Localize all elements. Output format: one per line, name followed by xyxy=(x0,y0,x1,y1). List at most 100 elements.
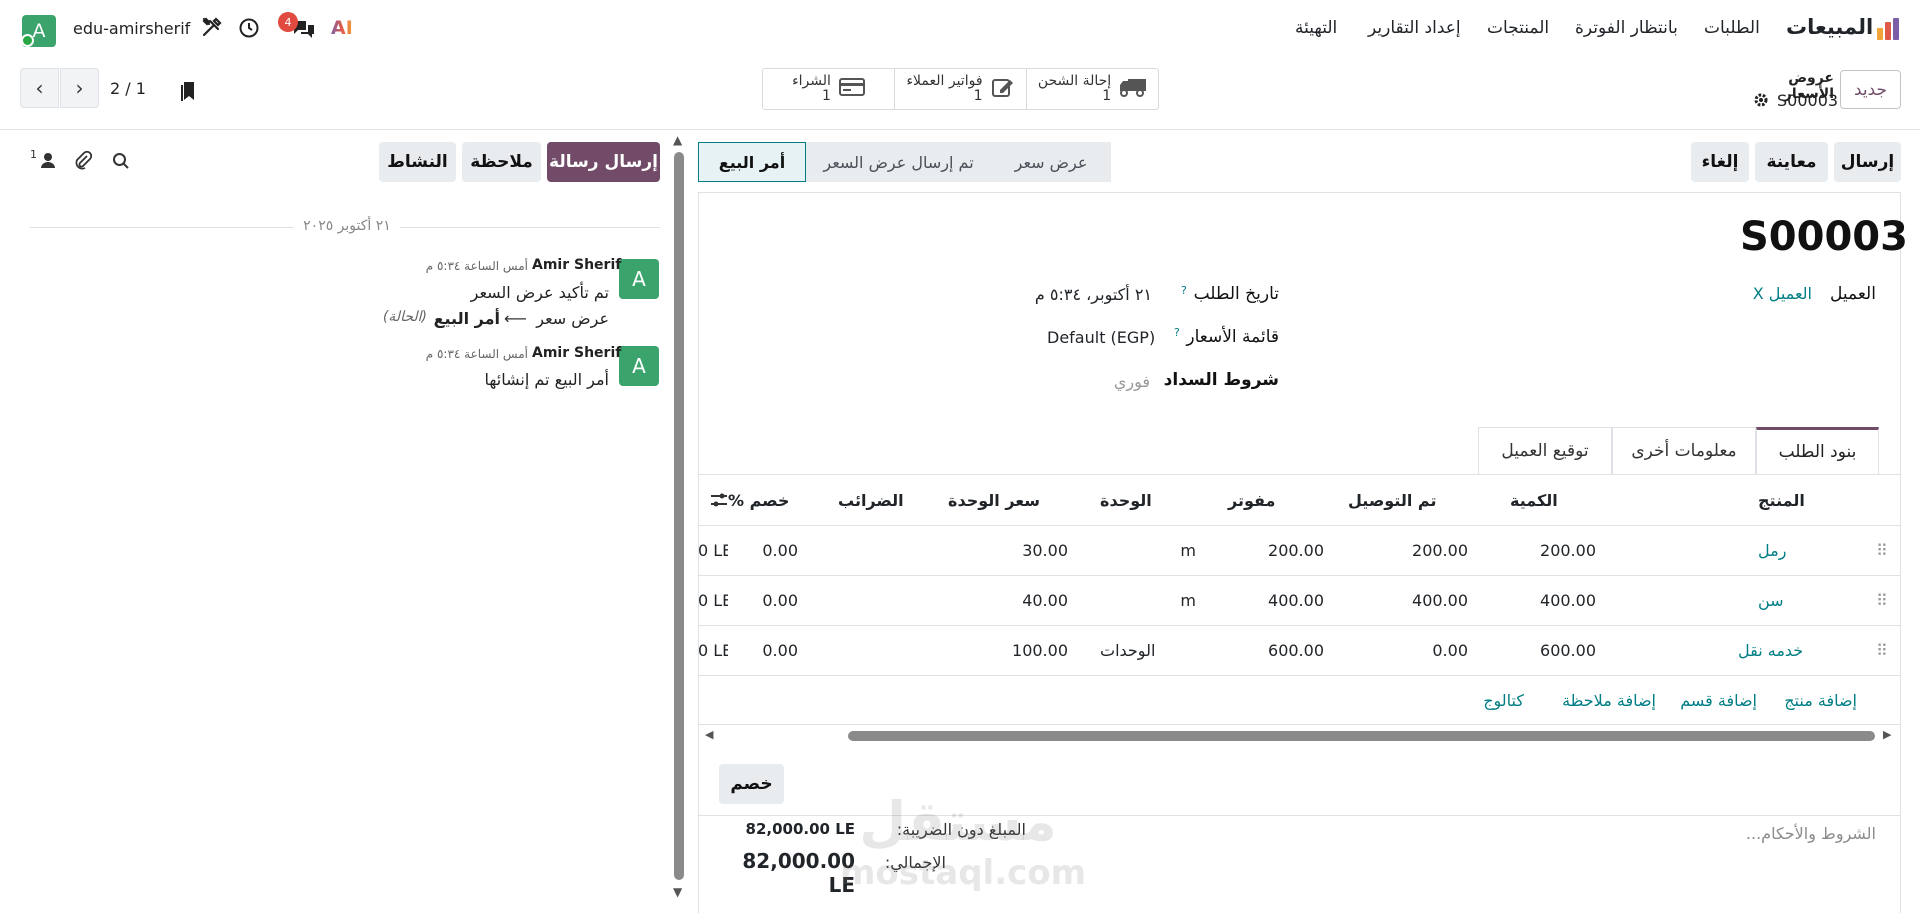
line-discount[interactable]: 0.00 xyxy=(728,526,798,575)
line-unit-price[interactable]: 30.00 xyxy=(948,526,1068,575)
column-settings-icon[interactable] xyxy=(710,475,730,525)
pager-previous-button[interactable]: ‹ xyxy=(20,68,59,108)
scrollbar-thumb[interactable] xyxy=(848,731,1875,741)
log-note-button[interactable]: ملاحظة xyxy=(462,142,541,182)
message-author[interactable]: Amir Sherif xyxy=(532,345,621,361)
line-product[interactable]: سن xyxy=(1758,576,1854,625)
line-uom[interactable]: الوحدات xyxy=(1100,626,1196,675)
send-button[interactable]: إرسال xyxy=(1834,142,1901,182)
col-invoiced[interactable]: مفوتر xyxy=(1228,475,1324,525)
add-section-link[interactable]: إضافة قسم xyxy=(1671,691,1757,710)
line-discount[interactable]: 0.00 xyxy=(728,576,798,625)
col-delivered[interactable]: تم التوصيل xyxy=(1348,475,1468,525)
send-message-button[interactable]: إرسال رسالة xyxy=(547,142,660,182)
col-taxes[interactable]: الضرائب xyxy=(838,475,912,525)
table-row[interactable]: ⠿ رمل 200.00 200.00 200.00 m 30.00 0.00 … xyxy=(698,526,1901,576)
pager-value[interactable]: 2 / 1 xyxy=(110,79,146,98)
horizontal-scrollbar[interactable]: ◀ ▶ xyxy=(705,728,1895,744)
line-quantity[interactable]: 400.00 xyxy=(1510,576,1596,625)
menu-products[interactable]: المنتجات xyxy=(1487,18,1549,38)
discount-button[interactable]: خصم xyxy=(719,764,784,804)
line-delivered[interactable]: 400.00 xyxy=(1348,576,1468,625)
menu-orders[interactable]: الطلبات xyxy=(1704,18,1760,38)
line-product[interactable]: خدمه نقل xyxy=(1738,626,1854,675)
line-delivered[interactable]: 200.00 xyxy=(1348,526,1468,575)
line-quantity[interactable]: 600.00 xyxy=(1510,626,1596,675)
line-unit-price[interactable]: 100.00 xyxy=(948,626,1068,675)
activity-clock-icon[interactable] xyxy=(238,17,260,39)
tab-order-lines[interactable]: بنود الطلب xyxy=(1756,427,1879,474)
scroll-up-icon[interactable]: ▲ xyxy=(673,133,682,147)
tab-customer-signature[interactable]: توقيع العميل xyxy=(1478,427,1612,474)
line-delivered[interactable]: 0.00 xyxy=(1348,626,1468,675)
line-uom[interactable]: m xyxy=(1100,526,1196,575)
col-unit-price[interactable]: سعر الوحدة xyxy=(948,475,1068,525)
cancel-button[interactable]: إلغاء xyxy=(1691,142,1749,182)
scrollbar-thumb[interactable] xyxy=(674,152,684,880)
table-row[interactable]: ⠿ خدمه نقل 600.00 0.00 600.00 الوحدات 10… xyxy=(698,626,1901,676)
activity-button[interactable]: النشاط xyxy=(379,142,456,182)
drag-handle-icon[interactable]: ⠿ xyxy=(1876,626,1888,675)
line-taxes[interactable] xyxy=(838,526,912,575)
line-discount[interactable]: 0.00 xyxy=(728,626,798,675)
tools-icon[interactable] xyxy=(201,16,225,40)
line-taxes[interactable] xyxy=(838,626,912,675)
col-quantity[interactable]: الكمية xyxy=(1510,475,1596,525)
new-button[interactable]: جديد xyxy=(1840,70,1901,109)
status-bar: عرض سعر تم إرسال عرض السعر أمر البيع xyxy=(698,142,1111,182)
tab-other-info[interactable]: معلومات أخرى xyxy=(1612,427,1756,474)
col-discount[interactable]: خصم % xyxy=(728,475,798,525)
line-unit-price[interactable]: 40.00 xyxy=(948,576,1068,625)
order-date-field[interactable]: ٢١ أكتوبر، ٥:٣٤ م xyxy=(1034,285,1152,304)
line-subtotal: 0 LE xyxy=(698,541,728,560)
message-author[interactable]: Amir Sherif xyxy=(532,257,621,273)
ai-icon[interactable]: AI xyxy=(331,17,353,39)
help-tooltip-icon[interactable]: ? xyxy=(1174,326,1180,339)
status-quotation-sent[interactable]: تم إرسال عرض السعر xyxy=(806,142,991,182)
add-product-link[interactable]: إضافة منتج xyxy=(1773,691,1857,710)
drag-handle-icon[interactable]: ⠿ xyxy=(1876,576,1888,625)
status-quotation[interactable]: عرض سعر xyxy=(991,142,1111,182)
smart-button-delivery[interactable]: إحالة الشحن 1 xyxy=(1026,69,1158,109)
paperclip-icon[interactable] xyxy=(73,150,93,170)
status-sales-order[interactable]: أمر البيع xyxy=(698,142,806,182)
payment-terms-label: شروط السداد xyxy=(1163,370,1279,390)
pricelist-field[interactable]: Default (EGP) xyxy=(1047,328,1155,347)
followers-icon[interactable] xyxy=(39,151,57,169)
preview-button[interactable]: معاينة xyxy=(1755,142,1828,182)
gear-icon[interactable] xyxy=(1753,92,1769,108)
author-avatar[interactable]: A xyxy=(619,346,659,386)
chatter-search-icon[interactable] xyxy=(112,152,130,170)
table-row[interactable]: ⠿ سن 400.00 400.00 400.00 m 40.00 0.00 0… xyxy=(698,576,1901,626)
scroll-down-icon[interactable]: ▼ xyxy=(673,885,682,899)
payment-terms-field[interactable]: فوري xyxy=(1090,372,1150,391)
vertical-scrollbar[interactable]: ▲ ▼ xyxy=(673,133,684,899)
chatter-panel xyxy=(0,130,670,913)
line-quantity[interactable]: 200.00 xyxy=(1510,526,1596,575)
author-avatar[interactable]: A xyxy=(619,259,659,299)
menu-reporting[interactable]: إعداد التقارير xyxy=(1368,18,1461,38)
line-uom[interactable]: m xyxy=(1100,576,1196,625)
col-uom[interactable]: الوحدة xyxy=(1100,475,1196,525)
customer-field[interactable]: العميل X xyxy=(1746,284,1812,303)
help-tooltip-icon[interactable]: ? xyxy=(1181,284,1187,297)
menu-configuration[interactable]: التهيئة xyxy=(1295,18,1337,38)
col-product[interactable]: المنتج xyxy=(1758,475,1854,525)
menu-to-invoice[interactable]: بانتظار الفوترة xyxy=(1575,18,1678,38)
bookmark-icon[interactable] xyxy=(180,80,196,102)
user-name[interactable]: edu-amirsherif xyxy=(73,19,190,38)
drag-handle-icon[interactable]: ⠿ xyxy=(1876,526,1888,575)
add-note-link[interactable]: إضافة ملاحظة xyxy=(1545,691,1656,710)
scroll-right-icon[interactable]: ▶ xyxy=(1883,728,1891,741)
sales-app-icon[interactable] xyxy=(1875,16,1901,42)
app-brand[interactable]: المبيعات xyxy=(1786,15,1873,39)
smart-button-invoices[interactable]: فواتير العملاء 1 xyxy=(894,69,1026,109)
line-taxes[interactable] xyxy=(838,576,912,625)
catalog-link[interactable]: كتالوج xyxy=(1448,691,1524,710)
pager-next-button[interactable]: › xyxy=(60,68,99,108)
terms-placeholder[interactable]: الشروط والأحكام... xyxy=(1730,824,1876,843)
smart-button-purchase[interactable]: الشراء 1 xyxy=(763,69,894,109)
arrow-right-icon: ⟵ xyxy=(504,309,527,328)
scroll-left-icon[interactable]: ◀ xyxy=(705,728,713,741)
line-product[interactable]: رمل xyxy=(1758,526,1854,575)
